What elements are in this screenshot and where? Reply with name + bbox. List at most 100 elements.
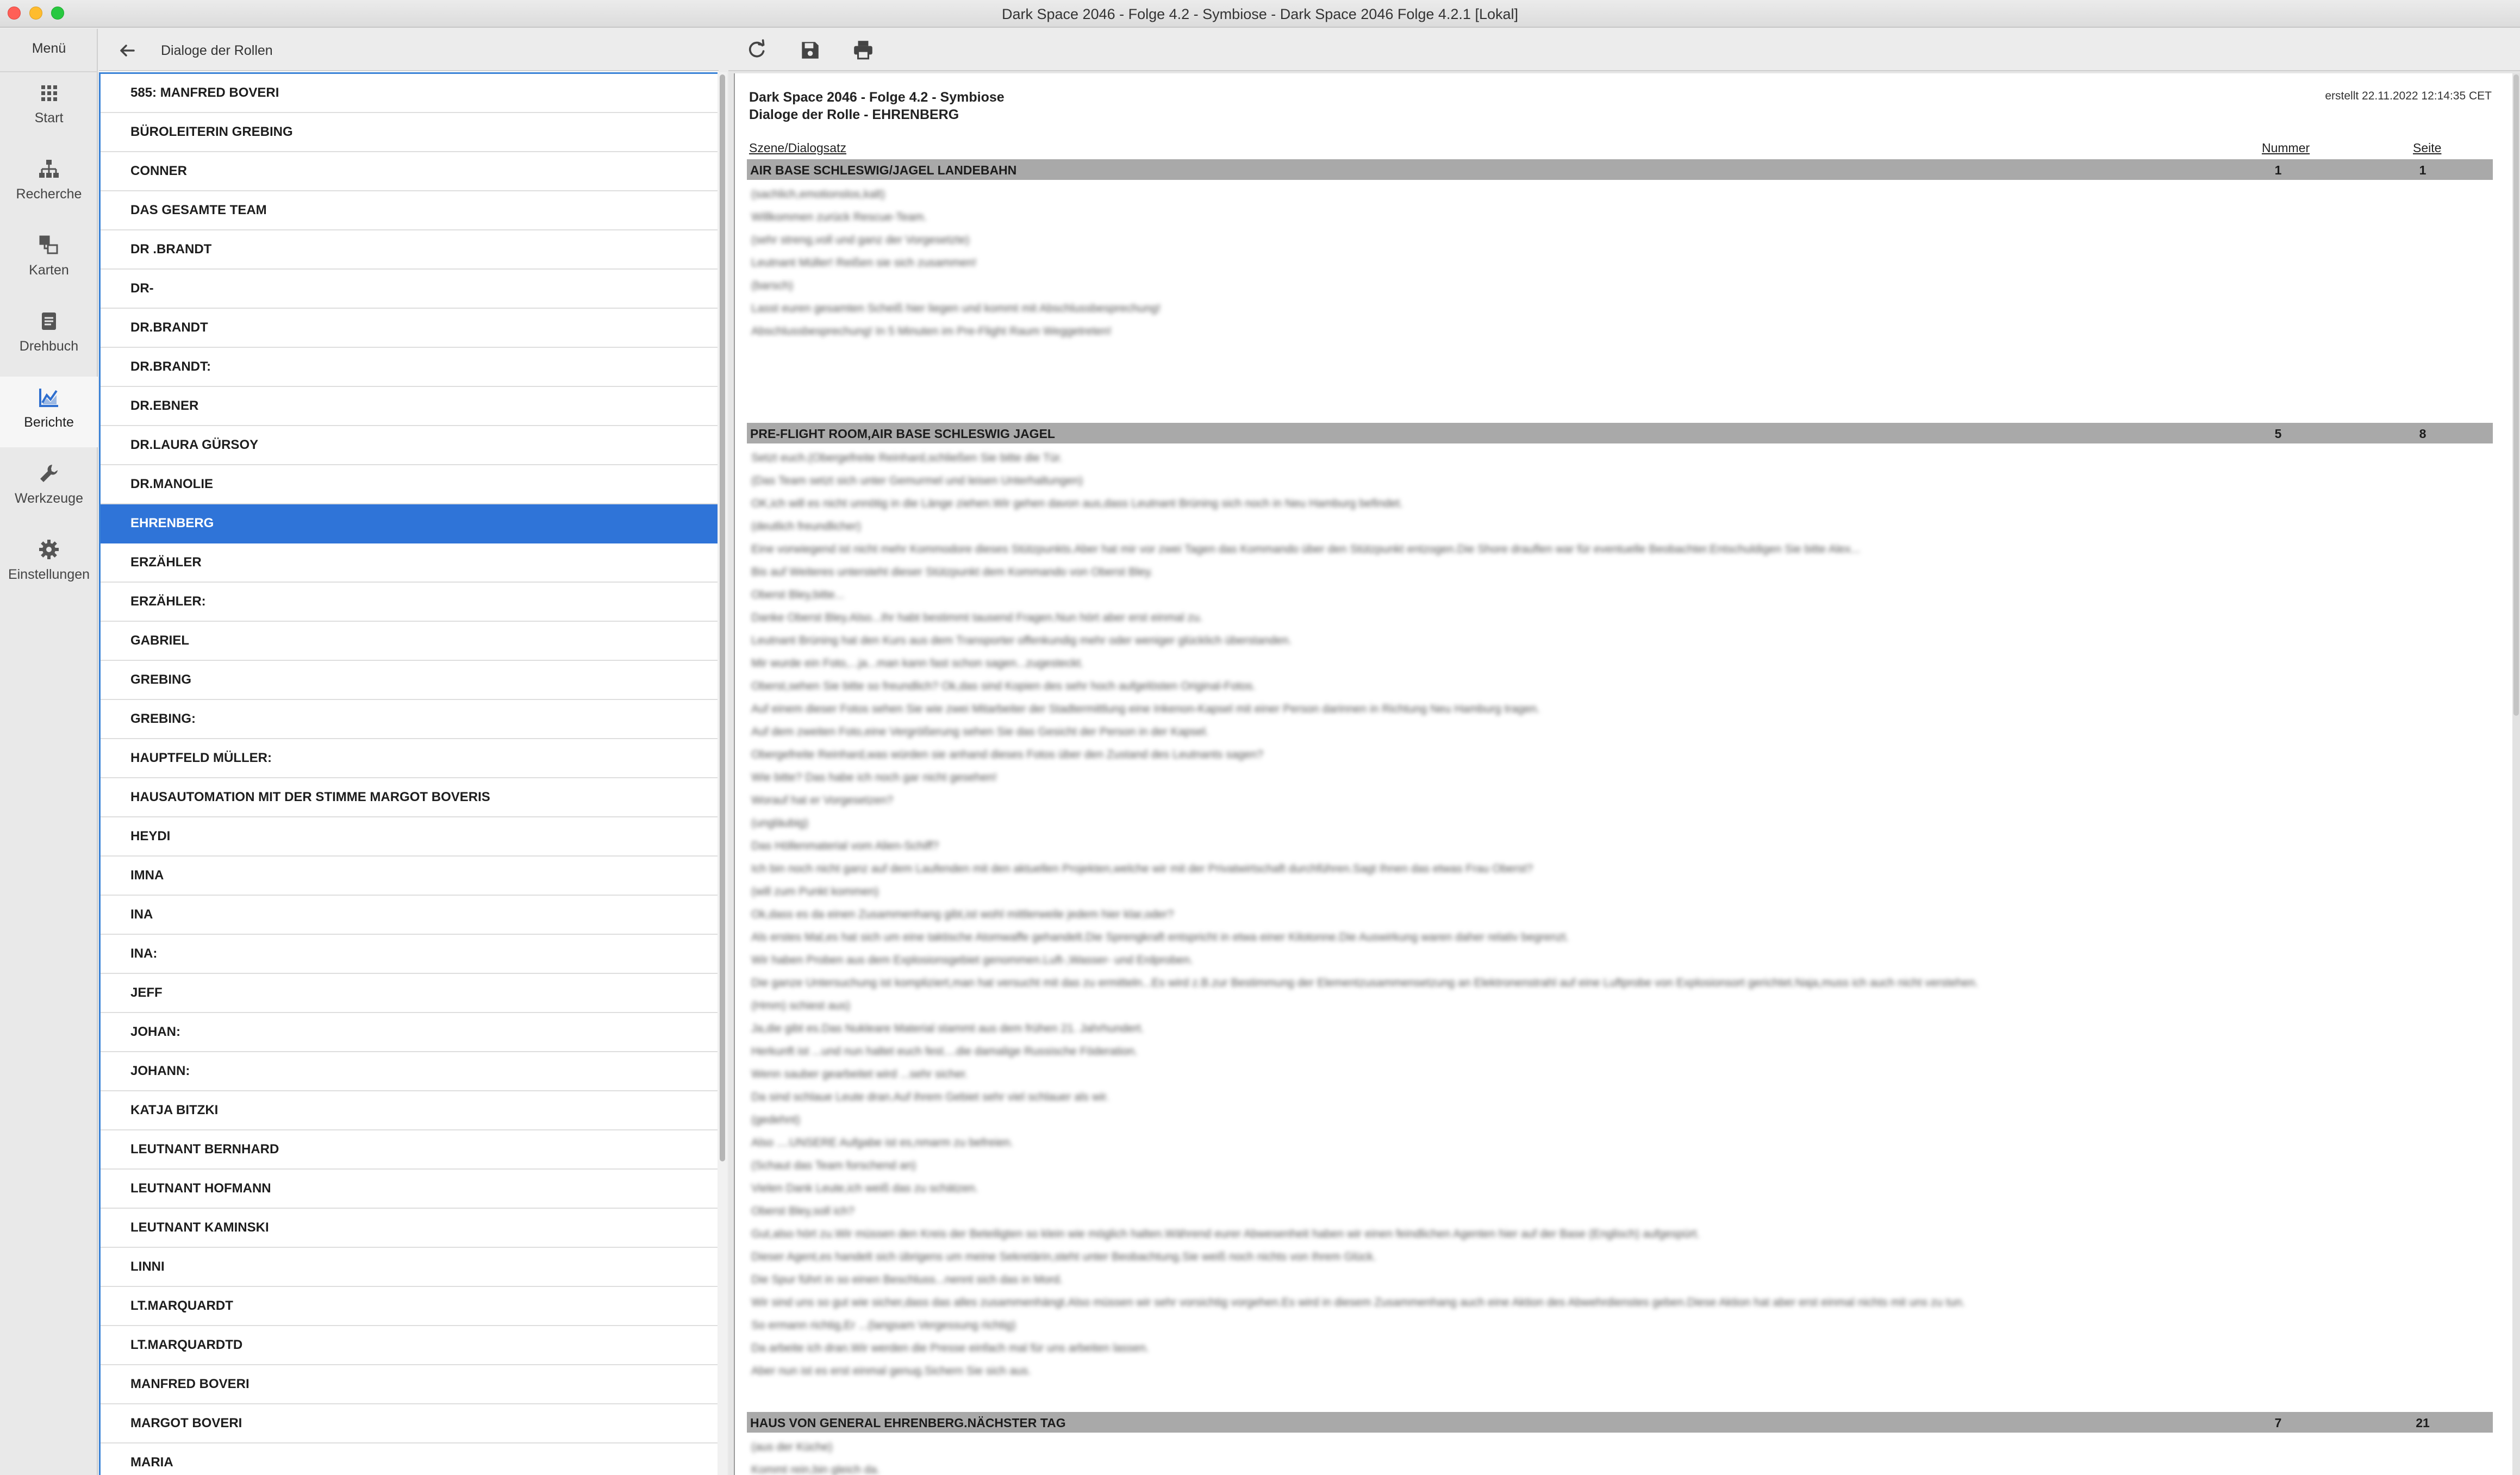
dialog-line: (deutlich freundlicher) [751,520,861,533]
report-scene: HAUS VON GENERAL EHRENBERG.NÄCHSTER TAG 7… [747,1412,2493,1475]
sidebar-item-label: Karten [29,262,69,278]
role-list-item[interactable]: CONNER [101,152,719,191]
dialog-line: Wir sind uns so gut wie sicher,dass das … [751,1296,1965,1309]
scene-page: 1 [2419,163,2427,177]
role-list-item[interactable]: GABRIEL [101,622,719,661]
dialog-line: OK,ich will es nicht unnötig in die Läng… [751,497,1403,510]
dialog-line: (Das Team setzt sich unter Gemurmel und … [751,474,1083,487]
dialog-line: Lasst euren gesamten Scheiß hier liegen … [751,302,1161,315]
dialog-line: Leutnant Müller! Reißen sie sich zusamme… [751,257,977,269]
dialog-line: Worauf hat er Vorgesetzen? [751,794,894,807]
role-list-item[interactable]: 585: MANFRED BOVERI [101,74,719,113]
role-list-item[interactable]: MARGOT BOVERI [101,1404,719,1443]
role-list-scrollbar[interactable] [718,72,727,1475]
dialog-line: Dieser Agent,es handelt sich übrigens um… [751,1251,1376,1263]
sidebar-item-label: Einstellungen [8,567,90,582]
dialog-line: Ok,dass es da einen Zusammenhang gibt,is… [751,908,1174,921]
role-list-item[interactable]: HEYDI [101,817,719,857]
report-toolbar [728,29,2520,71]
dialog-line: Mir wurde ein Foto,...ja...man kann fast… [751,657,1084,670]
document-icon [42,312,56,330]
scene-number: 5 [2274,427,2282,441]
grid-icon [41,85,57,101]
role-list-item[interactable]: MARIA [101,1443,719,1475]
sidebar-item-start[interactable]: Start [0,72,98,143]
role-list-item[interactable]: LEUTNANT KAMINSKI [101,1209,719,1248]
sidebar-item-werkzeuge[interactable]: Werkzeuge [0,453,98,523]
chart-icon [39,389,58,407]
role-list-item[interactable]: HAUSAUTOMATION MIT DER STIMME MARGOT BOV… [101,778,719,817]
role-list-item[interactable]: LINNI [101,1248,719,1287]
dialog-line: Ja,die gibt es.Das Nukleare Material sta… [751,1022,1144,1035]
dialog-line: Bis auf Weiteres untersteht dieser Stütz… [751,566,1153,578]
role-list-item[interactable]: DR.MANOLIE [101,465,719,504]
dialog-line: Danke Oberst Bley.Also...Ihr habt bestim… [751,611,1203,624]
role-list-item[interactable]: BÜROLEITERIN GREBING [101,113,719,152]
role-list-item[interactable]: JEFF [101,974,719,1013]
print-icon[interactable] [852,39,875,61]
report-panel: Dark Space 2046 - Folge 4.2 - Symbiose D… [728,29,2520,1475]
list-header: Dialoge der Rollen [99,29,719,71]
role-list-item[interactable]: KATJA BITZKI [101,1091,719,1130]
sidebar-item-recherche[interactable]: Recherche [0,148,98,219]
window-title: Dark Space 2046 - Folge 4.2 - Symbiose -… [1001,6,1518,22]
dialog-line: Auf einem dieser Fotos sehen Sie wie zwe… [751,703,1540,715]
sidebar-item-drehbuch[interactable]: Drehbuch [0,301,98,371]
dialog-line: Herkunft ist ...und nun haltet euch fest… [751,1045,1138,1058]
sidebar-item-karten[interactable]: Karten [0,224,98,295]
menu-button[interactable]: Menü [0,41,98,57]
dialog-line: Abschlussbesprechung! In 5 Minuten im Pr… [751,325,1112,338]
role-list-item[interactable]: ERZÄHLER: [101,583,719,622]
role-list-item[interactable]: HAUPTFELD MÜLLER: [101,739,719,778]
sidebar-item-einstellungen[interactable]: Einstellungen [0,529,98,599]
role-list-item[interactable]: DR.EBNER [101,387,719,426]
dialog-line: (Hmm) schiest aus) [751,999,851,1012]
scrollbar-thumb[interactable] [720,74,725,1161]
dialog-line: (barsch) [751,279,794,292]
back-arrow-icon[interactable] [116,40,138,61]
dialog-line: Willkommen zurück Rescue-Team. [751,211,927,223]
dialog-line: Ich bin noch nicht ganz auf dem Laufende… [751,862,1533,875]
role-list-item[interactable]: GREBING: [101,700,719,739]
role-list-item[interactable]: DAS GESAMTE TEAM [101,191,719,230]
scrollbar-thumb[interactable] [2513,74,2519,716]
dialog-line: Aber nun ist es erst einmal genug.Sicher… [751,1365,1031,1377]
role-list-item[interactable]: DR.LAURA GÜRSOY [101,426,719,465]
role-list-item[interactable]: DR.BRANDT [101,309,719,348]
dialog-line: (sachlich,emotionslos,kalt) [751,188,885,201]
role-list-item[interactable]: INA: [101,935,719,974]
dialog-line: Setzt euch.(Obergefreite Reinhard,schlie… [751,452,1063,464]
role-list-item[interactable]: LEUTNANT HOFMANN [101,1170,719,1209]
sidebar: Menü Start Recherche Karten Drehbuch Ber… [0,29,98,1475]
column-header-scene: Szene/Dialogsatz [749,141,846,155]
role-list-item[interactable]: LT.MARQUARDT [101,1287,719,1326]
role-list-item[interactable]: DR .BRANDT [101,230,719,270]
save-icon[interactable] [799,39,821,61]
role-list-item[interactable]: IMNA [101,857,719,896]
refresh-icon[interactable] [745,39,768,61]
dialog-line: Als erstes Mal,es hat sich um eine takti… [751,931,1569,943]
report-title: Dark Space 2046 - Folge 4.2 - Symbiose [749,90,1005,105]
role-list-item[interactable]: GREBING [101,661,719,700]
role-list-item[interactable]: LEUTNANT BERNHARD [101,1130,719,1170]
report-scrollbar[interactable] [2512,73,2520,1475]
role-list: 585: MANFRED BOVERI BÜROLEITERIN GREBING C… [99,72,719,1475]
dialog-line: Kommt rein,bin gleich da. [751,1464,880,1475]
role-list-item[interactable]: ERZÄHLER [101,543,719,583]
role-list-item[interactable]: EHRENBERG [101,504,719,543]
role-list-item[interactable]: MANFRED BOVERI [101,1365,719,1404]
dialog-line: Da sind schlaue Leute dran.Auf ihrem Geb… [751,1091,1109,1103]
dialog-line: Leutnant Brüning hat den Kurs aus dem Tr… [751,634,1292,647]
hierarchy-icon [39,160,59,178]
role-list-item[interactable]: LT.MARQUARDTD [101,1326,719,1365]
role-list-item[interactable]: DR- [101,270,719,309]
sidebar-item-berichte[interactable]: Berichte [0,377,98,447]
sidebar-item-label: Drehbuch [19,339,79,354]
sidebar-item-label: Recherche [16,186,82,202]
role-list-item[interactable]: JOHAN: [101,1013,719,1052]
dialog-line: Eine vorwiegend ist nicht mehr Kommodore… [751,543,1861,555]
role-list-item[interactable]: INA [101,896,719,935]
role-list-item[interactable]: JOHANN: [101,1052,719,1091]
scene-name: PRE-FLIGHT ROOM,AIR BASE SCHLESWIG JAGEL [750,427,1055,441]
role-list-item[interactable]: DR.BRANDT: [101,348,719,387]
